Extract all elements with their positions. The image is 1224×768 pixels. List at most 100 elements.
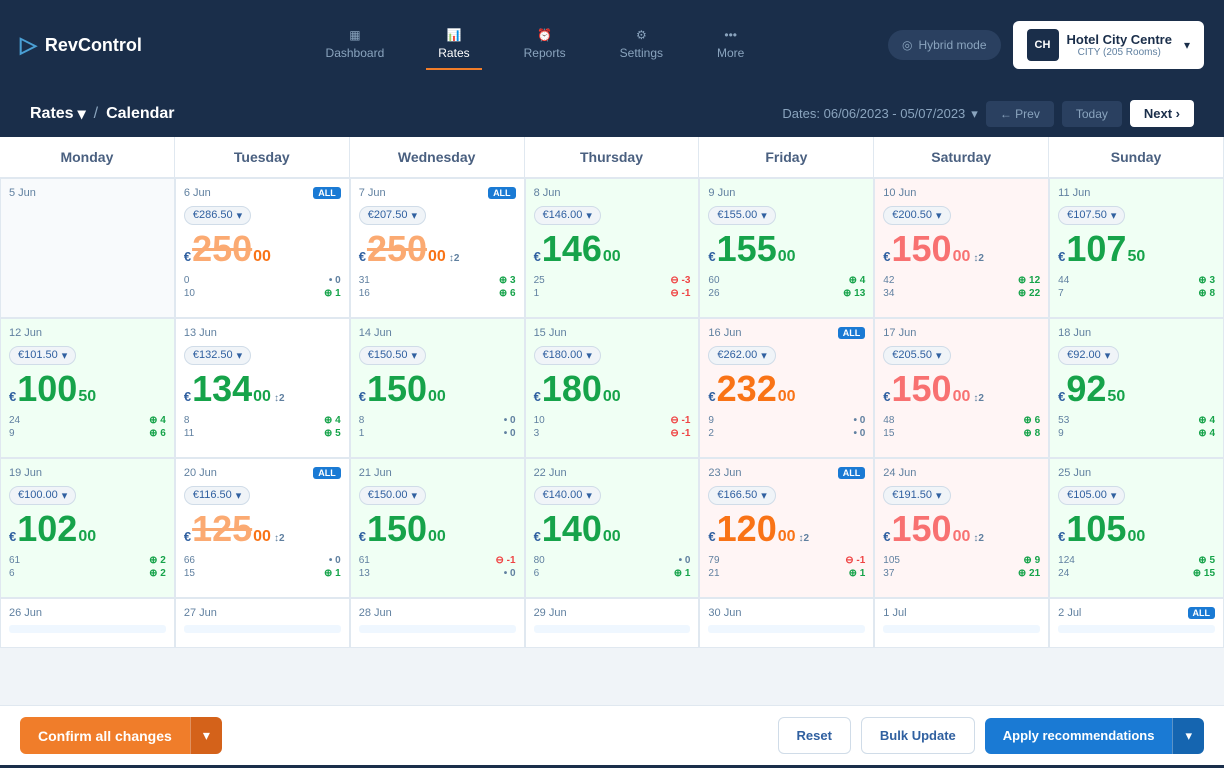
rate-badge[interactable]: €155.00 ▾ [708,206,775,225]
calendar-container: Monday Tuesday Wednesday Thursday Friday… [0,137,1224,705]
main-rate: €10750 [1058,231,1215,267]
cal-day-2-2[interactable]: 21 Jun€150.00 ▾€1500061⊖ -113• 0 [350,458,525,598]
stat-row: 16⊕ 6 [359,288,516,299]
euro-symbol: € [534,249,541,264]
cal-day-0-3[interactable]: 8 Jun€146.00 ▾€1460025⊖ -31⊖ -1 [525,178,700,318]
cal-day-0-6[interactable]: 11 Jun€107.50 ▾€1075044⊕ 37⊕ 8 [1049,178,1224,318]
stat-left: 0 [184,275,190,286]
cal-day-1-5[interactable]: 17 Jun€205.50 ▾€15000↕248⊕ 615⊕ 8 [874,318,1049,458]
rate-badge[interactable]: €166.50 ▾ [708,486,775,505]
day-stats: 8⊕ 411⊕ 5 [184,415,341,439]
rate-badge[interactable]: €200.50 ▾ [883,206,950,225]
nav-more[interactable]: ••• More [705,20,756,70]
rate-badge[interactable]: €286.50 ▾ [184,206,251,225]
cal-day-1-4[interactable]: 16 JunALL€262.00 ▾€232009• 02• 0 [699,318,874,458]
day-date: 19 Jun [9,467,42,479]
stat-row: 79⊖ -1 [708,555,865,566]
rate-badge[interactable]: €105.00 ▾ [1058,486,1125,505]
hybrid-mode-button[interactable]: ◎ Hybrid mode [888,30,1001,60]
cal-day-0-1[interactable]: 6 JunALL€286.50 ▾€250000• 010⊕ 1 [175,178,350,318]
main-rate: €15500 [708,231,865,267]
confirm-all-changes-button[interactable]: Confirm all changes [20,717,190,754]
cal-day-3-5[interactable]: 1 Jul [874,598,1049,648]
cal-day-1-2[interactable]: 14 Jun€150.50 ▾€150008• 01• 0 [350,318,525,458]
stat-left: 15 [184,568,195,579]
nav-reports[interactable]: ⏰ Reports [512,20,578,70]
rate-badge[interactable]: €100.00 ▾ [9,486,76,505]
rate-integer: 100 [17,371,77,407]
stat-left: 79 [708,555,719,566]
nav-settings[interactable]: ⚙ Settings [608,20,675,70]
rate-badge[interactable]: €146.00 ▾ [534,206,601,225]
cal-day-3-0[interactable]: 26 Jun [0,598,175,648]
stat-right: ⊕ 1 [849,568,866,579]
reset-button[interactable]: Reset [778,717,851,754]
bulk-update-button[interactable]: Bulk Update [861,717,975,754]
rate-integer: 150 [367,511,427,547]
cal-day-3-2[interactable]: 28 Jun [350,598,525,648]
cal-day-2-3[interactable]: 22 Jun€140.00 ▾€1400080• 06⊕ 1 [525,458,700,598]
euro-symbol: € [708,389,715,404]
stat-left: 105 [883,555,900,566]
cal-day-0-0[interactable]: 5 Jun [0,178,175,318]
rate-badge[interactable]: €101.50 ▾ [9,346,76,365]
rate-badge[interactable]: €132.50 ▾ [184,346,251,365]
rate-badge[interactable]: €262.00 ▾ [708,346,775,365]
cal-day-2-0[interactable]: 19 Jun€100.00 ▾€1020061⊕ 26⊕ 2 [0,458,175,598]
nav-dashboard[interactable]: ▦ Dashboard [314,20,397,70]
cal-day-1-6[interactable]: 18 Jun€92.00 ▾€925053⊕ 49⊕ 4 [1049,318,1224,458]
confirm-dropdown-button[interactable]: ▾ [190,717,222,754]
day-date: 25 Jun [1058,467,1091,479]
cal-day-3-4[interactable]: 30 Jun [699,598,874,648]
calendar-header: Monday Tuesday Wednesday Thursday Friday… [0,137,1224,178]
rate-badge[interactable]: €140.00 ▾ [534,486,601,505]
day-header: 16 JunALL [708,327,865,339]
cal-day-1-0[interactable]: 12 Jun€101.50 ▾€1005024⊕ 49⊕ 6 [0,318,175,458]
cal-day-2-5[interactable]: 24 Jun€191.50 ▾€15000↕2105⊕ 937⊕ 21 [874,458,1049,598]
stat-right: ⊕ 6 [499,288,516,299]
hotel-selector-button[interactable]: CH Hotel City Centre CITY (205 Rooms) ▾ [1013,21,1205,69]
rates-breadcrumb[interactable]: Rates ▾ [30,104,86,124]
chevron-down-icon: ▾ [586,349,592,362]
cal-day-3-1[interactable]: 27 Jun [175,598,350,648]
rate-badge[interactable]: €116.50 ▾ [184,486,250,505]
prev-button[interactable]: ← Prev [986,101,1054,127]
rate-badge[interactable]: €191.50 ▾ [883,486,950,505]
nav-items: ▦ Dashboard 📊 Rates ⏰ Reports ⚙ Settings… [182,20,888,70]
cal-day-0-5[interactable]: 10 Jun€200.50 ▾€15000↕242⊕ 1234⊕ 22 [874,178,1049,318]
apply-recommendations-button[interactable]: Apply recommendations [985,718,1173,754]
rate-badge[interactable]: €180.00 ▾ [534,346,601,365]
nav-rates[interactable]: 📊 Rates [426,20,481,70]
rate-badge[interactable]: €92.00 ▾ [1058,346,1119,365]
cal-day-0-4[interactable]: 9 Jun€155.00 ▾€1550060⊕ 426⊕ 13 [699,178,874,318]
apply-recommendations-dropdown[interactable]: ▾ [1172,718,1204,754]
cal-day-2-6[interactable]: 25 Jun€105.00 ▾€10500124⊕ 524⊕ 15 [1049,458,1224,598]
day-header: 15 Jun [534,327,691,339]
stat-row: 24⊕ 4 [9,415,166,426]
cal-day-1-3[interactable]: 15 Jun€180.00 ▾€1800010⊖ -13⊖ -1 [525,318,700,458]
cal-day-2-1[interactable]: 20 JunALL€116.50 ▾€12500↕266• 015⊕ 1 [175,458,350,598]
next-button[interactable]: Next › [1130,100,1194,127]
rate-badge[interactable]: €207.50 ▾ [359,206,426,225]
rate-badge[interactable]: €150.50 ▾ [359,346,426,365]
rate-badge[interactable]: €205.50 ▾ [883,346,950,365]
cal-day-0-2[interactable]: 7 JunALL€207.50 ▾€25000↕231⊕ 316⊕ 6 [350,178,525,318]
stat-right: ⊕ 2 [149,555,166,566]
stat-left: 24 [1058,568,1069,579]
confirm-button-group: Confirm all changes ▾ [20,717,222,754]
main-rate: €10050 [9,371,166,407]
rate-badge[interactable]: €150.00 ▾ [359,486,426,505]
today-button[interactable]: Today [1062,101,1122,127]
stat-right: • 0 [504,415,516,426]
rate-integer: 140 [542,511,602,547]
chevron-down-icon: ▾ [936,489,942,502]
cal-day-2-4[interactable]: 23 JunALL€166.50 ▾€12000↕279⊖ -121⊕ 1 [699,458,874,598]
rate-badge[interactable]: €107.50 ▾ [1058,206,1125,225]
cal-day-3-3[interactable]: 29 Jun [525,598,700,648]
cal-day-1-1[interactable]: 13 Jun€132.50 ▾€13400↕28⊕ 411⊕ 5 [175,318,350,458]
breadcrumb-separator: / [94,105,98,123]
stat-right: ⊖ -1 [496,555,516,566]
cal-day-3-6[interactable]: 2 JulALL [1049,598,1224,648]
rate-integer: 250 [192,231,252,267]
day-stats: 8• 01• 0 [359,415,516,439]
